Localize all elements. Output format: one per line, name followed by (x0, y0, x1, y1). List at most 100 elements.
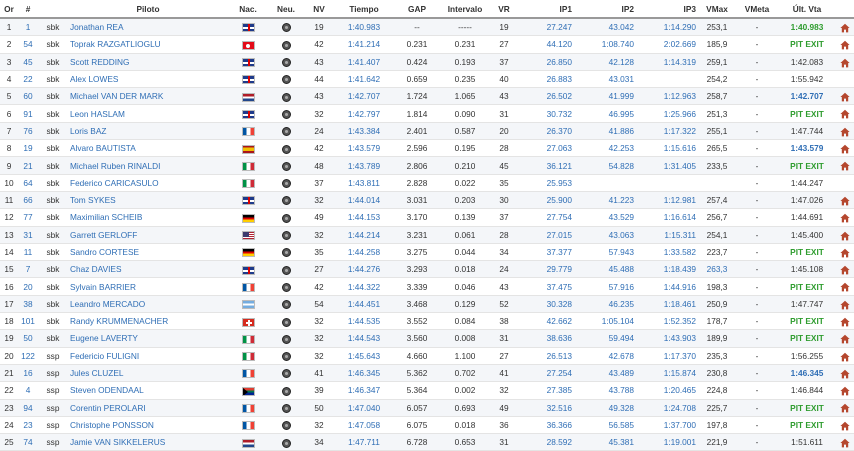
table-row[interactable]: 10 64 sbk Federico CARICASULO 37 1:43.811 2.82… (0, 174, 854, 192)
home-cell[interactable] (836, 226, 854, 244)
home-icon[interactable] (840, 196, 850, 206)
home-cell[interactable] (836, 260, 854, 279)
table-row[interactable]: 18 101 sbk Randy KRUMMENACHER 32 1:44.535 3.55… (0, 312, 854, 331)
home-cell[interactable] (836, 122, 854, 141)
home-icon[interactable] (840, 282, 850, 292)
rider-name-link[interactable]: Michael VAN DER MARK (68, 87, 228, 106)
col-header-rider[interactable]: Piloto (68, 0, 228, 19)
home-cell[interactable] (836, 18, 854, 37)
home-icon[interactable] (840, 40, 850, 50)
home-cell[interactable] (836, 416, 854, 435)
rider-name-link[interactable]: Toprak RAZGATLIOGLU (68, 35, 228, 54)
table-row[interactable]: 25 74 ssp Jamie VAN SIKKELERUS 34 1:47.711 6.7… (0, 433, 854, 451)
table-row[interactable]: 8 19 sbk Alvaro BAUTISTA 42 1:43.579 2.596 0.19… (0, 139, 854, 158)
home-cell[interactable] (836, 191, 854, 210)
home-icon[interactable] (840, 92, 850, 102)
rider-name-link[interactable]: Corentin PEROLARI (68, 399, 228, 417)
home-cell[interactable] (836, 104, 854, 123)
rider-name-link[interactable]: Christophe PONSSON (68, 416, 228, 435)
table-row[interactable]: 5 60 sbk Michael VAN DER MARK 43 1:42.707 1.72… (0, 87, 854, 106)
table-row[interactable]: 1 1 sbk Jonathan REA 19 1:40.983 -- ----- 19 27.2… (0, 18, 854, 37)
home-cell[interactable] (836, 329, 854, 348)
table-row[interactable]: 21 16 ssp Jules CLUZEL 41 1:46.345 5.362 0.702 4… (0, 364, 854, 383)
rider-name-link[interactable]: Leandro MERCADO (68, 295, 228, 314)
col-header-last-lap[interactable]: Últ. Vta (778, 0, 836, 19)
rider-number-link[interactable]: 16 (18, 364, 38, 383)
rider-name-link[interactable]: Chaz DAVIES (68, 260, 228, 279)
home-icon[interactable] (840, 438, 850, 448)
table-row[interactable]: 22 4 ssp Steven ODENDAAL 39 1:46.347 5.364 0.00… (0, 381, 854, 400)
home-cell[interactable] (836, 433, 854, 451)
table-row[interactable]: 23 94 ssp Corentin PEROLARI 50 1:47.040 6.057 0… (0, 399, 854, 417)
home-icon[interactable] (840, 58, 850, 68)
rider-number-link[interactable]: 11 (18, 243, 38, 262)
rider-number-link[interactable]: 60 (18, 87, 38, 106)
rider-name-link[interactable]: Jonathan REA (68, 18, 228, 37)
table-row[interactable]: 17 38 sbk Leandro MERCADO 54 1:44.451 3.468 0.1… (0, 295, 854, 314)
rider-number-link[interactable]: 101 (18, 312, 38, 331)
table-row[interactable]: 16 20 sbk Sylvain BARRIER 42 1:44.322 3.339 0.0… (0, 277, 854, 296)
rider-name-link[interactable]: Garrett GERLOFF (68, 226, 228, 244)
rider-number-link[interactable]: 31 (18, 226, 38, 244)
home-cell[interactable] (836, 347, 854, 365)
rider-name-link[interactable]: Maximilian SCHEIB (68, 208, 228, 227)
table-row[interactable]: 2 54 sbk Toprak RAZGATLIOGLU 42 1:41.214 0.231… (0, 35, 854, 54)
col-header-time[interactable]: Tiempo (334, 0, 394, 19)
rider-number-link[interactable]: 20 (18, 277, 38, 296)
rider-number-link[interactable]: 64 (18, 174, 38, 192)
home-cell[interactable] (836, 399, 854, 417)
table-row[interactable]: 13 31 sbk Garrett GERLOFF 32 1:44.214 3.231 0.0… (0, 226, 854, 244)
col-header-interval[interactable]: Intervalo (440, 0, 490, 19)
home-icon[interactable] (840, 386, 850, 396)
col-header-laps[interactable]: NV (304, 0, 334, 19)
rider-name-link[interactable]: Federico CARICASULO (68, 174, 228, 192)
home-cell[interactable] (836, 53, 854, 71)
col-header-pos[interactable]: Or (0, 0, 18, 19)
rider-name-link[interactable]: Sandro CORTESE (68, 243, 228, 262)
home-icon[interactable] (840, 109, 850, 119)
rider-name-link[interactable]: Scott REDDING (68, 53, 228, 71)
rider-name-link[interactable]: Alvaro BAUTISTA (68, 139, 228, 158)
home-icon[interactable] (840, 334, 850, 344)
home-cell[interactable] (836, 156, 854, 175)
home-icon[interactable] (840, 248, 850, 258)
home-cell[interactable] (836, 277, 854, 296)
rider-name-link[interactable]: Alex LOWES (68, 70, 228, 89)
col-header-tyre[interactable]: Neu. (268, 0, 304, 19)
table-row[interactable]: 14 11 sbk Sandro CORTESE 35 1:44.258 3.275 0.04… (0, 243, 854, 262)
rider-name-link[interactable]: Randy KRUMMENACHER (68, 312, 228, 331)
home-icon[interactable] (840, 403, 850, 413)
rider-number-link[interactable]: 122 (18, 347, 38, 365)
home-icon[interactable] (840, 161, 850, 171)
home-icon[interactable] (840, 23, 850, 33)
home-cell[interactable] (836, 381, 854, 400)
home-icon[interactable] (840, 352, 850, 362)
rider-number-link[interactable]: 66 (18, 191, 38, 210)
home-icon[interactable] (840, 265, 850, 275)
col-header-vmax[interactable]: VMax (698, 0, 736, 19)
table-row[interactable]: 19 50 sbk Eugene LAVERTY 32 1:44.543 3.560 0.00… (0, 329, 854, 348)
table-row[interactable]: 24 23 ssp Christophe PONSSON 32 1:47.058 6.075… (0, 416, 854, 435)
rider-number-link[interactable]: 50 (18, 329, 38, 348)
home-icon[interactable] (840, 317, 850, 327)
rider-number-link[interactable]: 19 (18, 139, 38, 158)
col-header-ip3[interactable]: IP3 (636, 0, 698, 19)
rider-name-link[interactable]: Loris BAZ (68, 122, 228, 141)
table-row[interactable]: 20 122 ssp Federicio FULIGNI 32 1:45.643 4.660… (0, 347, 854, 365)
rider-number-link[interactable]: 54 (18, 35, 38, 54)
table-row[interactable]: 3 45 sbk Scott REDDING 43 1:41.407 0.424 0.193 3… (0, 53, 854, 71)
home-cell[interactable] (836, 295, 854, 314)
rider-name-link[interactable]: Federicio FULIGNI (68, 347, 228, 365)
home-cell[interactable] (836, 208, 854, 227)
rider-name-link[interactable]: Leon HASLAM (68, 104, 228, 123)
rider-number-link[interactable]: 22 (18, 70, 38, 89)
rider-number-link[interactable]: 74 (18, 433, 38, 451)
table-row[interactable]: 11 66 sbk Tom SYKES 32 1:44.014 3.031 0.203 30 25… (0, 191, 854, 210)
home-cell[interactable] (836, 35, 854, 54)
table-row[interactable]: 15 7 sbk Chaz DAVIES 27 1:44.276 3.293 0.018 24 2… (0, 260, 854, 279)
home-cell[interactable] (836, 243, 854, 262)
rider-number-link[interactable]: 38 (18, 295, 38, 314)
table-row[interactable]: 7 76 sbk Loris BAZ 24 1:43.384 2.401 0.587 20 26.… (0, 122, 854, 141)
table-row[interactable]: 12 77 sbk Maximilian SCHEIB 49 1:44.153 3.170 0… (0, 208, 854, 227)
rider-number-link[interactable]: 45 (18, 53, 38, 71)
